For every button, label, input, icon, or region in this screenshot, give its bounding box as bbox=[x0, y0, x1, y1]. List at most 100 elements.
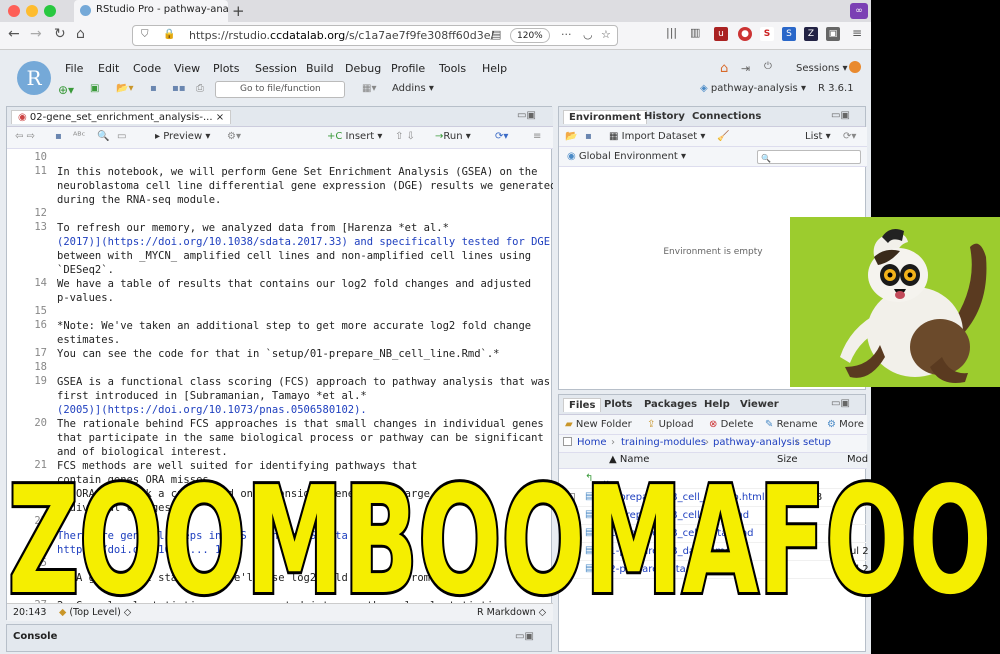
forward-button[interactable]: → bbox=[30, 26, 42, 42]
more-actions-icon[interactable]: ··· bbox=[561, 28, 572, 41]
load-workspace-icon[interactable]: 📂 bbox=[565, 131, 577, 142]
addins-menu[interactable]: Addins ▾ bbox=[392, 83, 434, 94]
browser-tab[interactable]: RStudio Pro - pathway-analysis bbox=[74, 0, 228, 22]
menu-tools[interactable]: Tools bbox=[439, 62, 466, 75]
list-view-menu[interactable]: List ▾ bbox=[805, 131, 831, 142]
code-line[interactable]: neuroblastoma cell line differential gen… bbox=[57, 179, 553, 193]
extension-s-icon[interactable]: S bbox=[760, 27, 774, 41]
new-project-icon[interactable]: ▣ bbox=[90, 83, 99, 94]
tab-plots[interactable]: Plots bbox=[599, 398, 637, 411]
user-avatar[interactable] bbox=[849, 61, 861, 73]
zotero-icon[interactable]: Z bbox=[804, 27, 818, 41]
reload-button[interactable]: ↻ bbox=[54, 26, 66, 42]
back-arrow-icon[interactable]: ⇦ ⇨ bbox=[15, 131, 35, 142]
import-dataset-button[interactable]: ▦ Import Dataset ▾ bbox=[609, 131, 705, 142]
project-icon: ◈ bbox=[700, 83, 708, 94]
tab-history[interactable]: History bbox=[639, 110, 690, 123]
editor-save-icon[interactable]: ▪ bbox=[55, 131, 62, 142]
find-icon[interactable]: 🔍 bbox=[97, 131, 109, 142]
settings-gear-icon[interactable]: ⚙▾ bbox=[227, 131, 241, 142]
minimize-pane-icon[interactable]: ▭▣ bbox=[517, 110, 536, 121]
run-button[interactable]: →Run ▾ bbox=[435, 131, 471, 142]
zoom-level-badge[interactable]: 120% bbox=[510, 28, 550, 43]
tab-help[interactable]: Help bbox=[699, 398, 735, 411]
save-workspace-icon[interactable]: ▪ bbox=[585, 131, 592, 142]
code-line[interactable]: GSEA is a functional class scoring (FCS)… bbox=[57, 375, 550, 389]
sessions-menu[interactable]: Sessions ▾ bbox=[796, 63, 848, 74]
menu-edit[interactable]: Edit bbox=[98, 62, 119, 75]
close-window-button[interactable] bbox=[8, 5, 20, 17]
sign-out-icon[interactable]: ⇥ bbox=[741, 62, 750, 75]
menu-plots[interactable]: Plots bbox=[213, 62, 239, 75]
menu-help[interactable]: Help bbox=[482, 62, 507, 75]
open-file-icon[interactable]: 📂▾ bbox=[116, 83, 133, 94]
minimize-pane-icon[interactable]: ▭▣ bbox=[831, 398, 850, 409]
hamburger-menu-icon[interactable]: ≡ bbox=[852, 26, 862, 40]
preview-button[interactable]: ▸ Preview ▾ bbox=[155, 131, 210, 142]
bookmark-star-icon[interactable]: ☆ bbox=[601, 28, 611, 41]
save-all-icon[interactable]: ▪▪ bbox=[172, 83, 186, 94]
tab-packages[interactable]: Packages bbox=[639, 398, 702, 411]
extension-gray-icon[interactable]: ▣ bbox=[826, 27, 840, 41]
tab-viewer[interactable]: Viewer bbox=[735, 398, 784, 411]
minimize-pane-icon[interactable]: ▭▣ bbox=[831, 110, 850, 121]
environment-search-input[interactable]: 🔍 bbox=[757, 150, 861, 164]
url-bar[interactable]: ⛉ 🔒 https://rstudio.ccdatalab.org/s/c1a7… bbox=[132, 25, 618, 46]
shield-icon[interactable]: ⛉ bbox=[141, 29, 149, 40]
code-line[interactable]: You can see the code for that in `setup/… bbox=[57, 347, 549, 361]
outline-icon[interactable]: ≡ bbox=[533, 131, 541, 142]
editor-tab[interactable]: ◉ 02-gene_set_enrichment_analysis-... × bbox=[11, 110, 232, 124]
back-button[interactable]: ← bbox=[8, 26, 20, 42]
menu-session[interactable]: Session bbox=[255, 62, 297, 75]
broom-icon[interactable]: 🧹 bbox=[717, 131, 729, 142]
tab-connections[interactable]: Connections bbox=[687, 110, 766, 123]
library-icon[interactable]: ||| bbox=[666, 26, 677, 39]
menu-build[interactable]: Build bbox=[306, 62, 334, 75]
extension-blue-icon[interactable]: S bbox=[782, 27, 796, 41]
maximize-window-button[interactable] bbox=[44, 5, 56, 17]
new-file-icon[interactable]: ⊕▾ bbox=[58, 83, 74, 97]
code-line[interactable]: (2017)](https://doi.org/10.1038/sdata.20… bbox=[57, 235, 550, 249]
home-icon[interactable]: ⌂ bbox=[720, 61, 728, 76]
tab-environment[interactable]: Environment bbox=[563, 110, 647, 124]
new-tab-button[interactable]: + bbox=[232, 2, 245, 20]
save-icon[interactable]: ▪ bbox=[150, 83, 157, 94]
menu-profile[interactable]: Profile bbox=[391, 62, 425, 75]
menu-code[interactable]: Code bbox=[133, 62, 161, 75]
print-icon[interactable]: ⎙ bbox=[196, 83, 204, 94]
code-line[interactable]: estimates. bbox=[57, 333, 549, 347]
spellcheck-icon[interactable]: ᴬᴮᶜ bbox=[73, 131, 85, 142]
home-icon[interactable]: ⌂ bbox=[76, 26, 85, 42]
rerun-icon[interactable]: ⟳▾ bbox=[495, 131, 508, 142]
goto-file-input[interactable]: Go to file/function bbox=[215, 81, 345, 98]
code-line[interactable]: p-values. bbox=[57, 291, 549, 305]
code-line[interactable]: We have a table of results that contains… bbox=[57, 277, 549, 291]
power-icon[interactable]: ⏻ bbox=[764, 61, 772, 72]
grid-icon[interactable]: ▦▾ bbox=[362, 83, 376, 94]
format-icon[interactable]: ▭ bbox=[117, 131, 126, 142]
insert-chunk-button[interactable]: +C Insert ▾ bbox=[327, 131, 382, 142]
minimize-window-button[interactable] bbox=[26, 5, 38, 17]
pocket-icon[interactable]: ◡ bbox=[583, 28, 593, 41]
code-line[interactable]: during the RNA-seq module. bbox=[57, 193, 549, 207]
close-tab-icon[interactable]: × bbox=[216, 112, 224, 123]
global-environment-menu[interactable]: ◉ Global Environment ▾ bbox=[567, 151, 686, 162]
code-line[interactable]: first introduced in [Subramanian, Tamayo… bbox=[57, 389, 549, 403]
menu-file[interactable]: File bbox=[65, 62, 83, 75]
sidebar-icon[interactable]: ▥ bbox=[690, 26, 700, 39]
refresh-icon[interactable]: ⟳▾ bbox=[843, 131, 856, 142]
menu-view[interactable]: View bbox=[174, 62, 200, 75]
tab-files[interactable]: Files bbox=[563, 398, 602, 412]
project-menu[interactable]: ◈ pathway-analysis ▾ bbox=[700, 83, 806, 94]
menu-debug[interactable]: Debug bbox=[345, 62, 381, 75]
chunk-up-icon[interactable]: ⇧ ⇩ bbox=[395, 131, 415, 142]
code-line[interactable]: To refresh our memory, we analyzed data … bbox=[57, 221, 549, 235]
code-line[interactable]: between with _MYCN_ amplified cell lines… bbox=[57, 249, 549, 263]
lock-icon[interactable]: 🔒 bbox=[163, 29, 175, 40]
extension-red-icon[interactable]: ● bbox=[738, 27, 752, 41]
code-line[interactable]: `DESeq2`. bbox=[57, 263, 549, 277]
code-line[interactable]: In this notebook, we will perform Gene S… bbox=[57, 165, 549, 179]
reader-view-icon[interactable]: ▤ bbox=[491, 28, 501, 41]
ublock-icon[interactable]: u bbox=[714, 27, 728, 41]
code-line[interactable]: *Note: We've taken an additional step to… bbox=[57, 319, 549, 333]
